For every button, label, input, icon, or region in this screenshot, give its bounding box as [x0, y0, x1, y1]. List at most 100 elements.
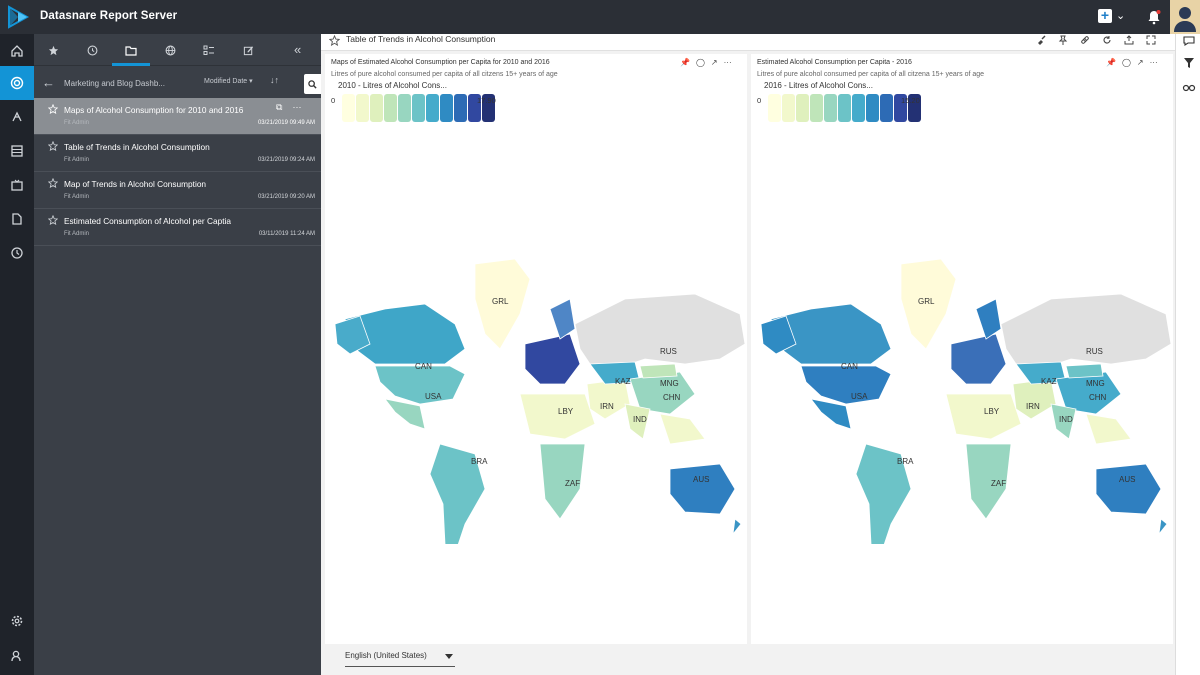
- item-date: 03/11/2019 11:24 AM: [258, 231, 315, 237]
- legend-title: 2016 - Litres of Alcohol Cons...: [764, 81, 873, 90]
- sort-dropdown[interactable]: Modified Date ▾: [204, 77, 253, 85]
- region-australia[interactable]: [669, 463, 736, 515]
- comment-icon[interactable]: ◯: [1122, 58, 1131, 67]
- item-title: Map of Trends in Alcohol Consumption: [64, 179, 207, 189]
- list-item[interactable]: Maps of Alcohol Consumption for 2010 and…: [34, 98, 321, 135]
- search-button[interactable]: [304, 74, 321, 94]
- link-icon[interactable]: [1080, 35, 1090, 45]
- legend-swatch: [782, 94, 795, 122]
- choropleth-map-2016[interactable]: GRL RUS CAN USA KAZ MNG CHN LBY IRN IND BRA ZAF AUS: [751, 254, 1173, 544]
- country-label-rus: RUS: [1086, 347, 1103, 356]
- favorite-star-icon[interactable]: [48, 178, 58, 188]
- region-europe[interactable]: [950, 333, 1007, 385]
- profile-icon[interactable]: [0, 639, 34, 673]
- widget-title: Maps of Estimated Alcohol Consumption pe…: [331, 59, 550, 66]
- country-label-mng: MNG: [1086, 379, 1105, 388]
- back-arrow-icon[interactable]: ←: [42, 75, 55, 90]
- tab-drafts[interactable]: [229, 34, 267, 66]
- reports-icon[interactable]: [0, 66, 34, 100]
- files-icon[interactable]: [0, 202, 34, 236]
- more-options-icon[interactable]: ···: [292, 102, 301, 112]
- open-new-tab-icon[interactable]: ⧉: [276, 102, 282, 112]
- expand-icon[interactable]: ↗: [711, 58, 718, 67]
- legend-swatch: [370, 94, 383, 122]
- widget-actions: 📌 ◯ ↗ ···: [680, 58, 732, 67]
- right-tool-rail: [1175, 34, 1200, 675]
- list-item[interactable]: Estimated Consumption of Alcohol per Cap…: [34, 209, 321, 246]
- more-options-icon[interactable]: ···: [724, 58, 732, 67]
- sort-order-icon[interactable]: ↓↑: [270, 75, 279, 85]
- region-n-africa[interactable]: [945, 393, 1022, 440]
- country-label-ind: IND: [633, 415, 647, 424]
- user-avatar[interactable]: [1170, 0, 1200, 34]
- item-date: 03/21/2019 09:24 AM: [257, 157, 315, 163]
- legend-swatch: [866, 94, 879, 122]
- app-logo-icon[interactable]: [6, 5, 30, 29]
- region-mongolia[interactable]: [1065, 363, 1104, 379]
- region-mongolia[interactable]: [639, 363, 678, 379]
- tab-folders[interactable]: [112, 34, 150, 66]
- language-select[interactable]: English (United States): [345, 651, 455, 667]
- region-usa[interactable]: [374, 365, 466, 405]
- comment-icon[interactable]: [1182, 34, 1196, 48]
- favorite-star-icon[interactable]: [329, 35, 340, 46]
- favorite-star-icon[interactable]: [48, 215, 58, 225]
- brush-icon[interactable]: [1036, 35, 1046, 45]
- settings-icon[interactable]: [0, 604, 34, 638]
- view-icon[interactable]: [1182, 80, 1196, 94]
- region-se-asia[interactable]: [1085, 413, 1132, 445]
- comment-icon[interactable]: ◯: [696, 58, 705, 67]
- country-label-mng: MNG: [660, 379, 679, 388]
- region-russia[interactable]: [574, 293, 746, 370]
- list-item[interactable]: Map of Trends in Alcohol Consumption Fit…: [34, 172, 321, 209]
- region-australia[interactable]: [1095, 463, 1162, 515]
- refresh-icon[interactable]: [1102, 35, 1112, 45]
- widgets-icon[interactable]: [0, 100, 34, 134]
- favorite-star-icon[interactable]: [48, 104, 58, 114]
- history-icon[interactable]: [0, 236, 34, 270]
- add-new-icon[interactable]: +: [1098, 8, 1112, 23]
- region-europe[interactable]: [524, 333, 581, 385]
- pin-icon[interactable]: 📌: [1106, 58, 1116, 67]
- legend-title: 2010 - Litres of Alcohol Cons...: [338, 81, 447, 90]
- bell-icon[interactable]: [1146, 9, 1162, 25]
- schedules-icon[interactable]: [0, 168, 34, 202]
- country-label-aus: AUS: [693, 475, 709, 484]
- favorite-star-icon[interactable]: [48, 141, 58, 151]
- country-label-usa: USA: [851, 392, 868, 401]
- item-actions: ⧉ ···: [276, 102, 301, 113]
- tab-favorites[interactable]: [34, 34, 72, 66]
- region-scandinavia[interactable]: [549, 298, 576, 340]
- region-nz[interactable]: [1158, 518, 1168, 536]
- tab-public[interactable]: [151, 34, 189, 66]
- list-item[interactable]: Table of Trends in Alcohol Consumption F…: [34, 135, 321, 172]
- collapse-panel-icon[interactable]: «: [294, 42, 301, 57]
- region-russia[interactable]: [1000, 293, 1172, 370]
- region-nz[interactable]: [732, 518, 742, 536]
- filter-icon[interactable]: [1182, 56, 1196, 70]
- region-usa[interactable]: [800, 365, 892, 405]
- panel-tabs: «: [34, 34, 321, 66]
- export-icon[interactable]: [1124, 35, 1134, 45]
- pin-icon[interactable]: 📌: [680, 58, 690, 67]
- fullscreen-icon[interactable]: [1146, 35, 1156, 45]
- tab-recent[interactable]: [73, 34, 111, 66]
- region-scandinavia[interactable]: [975, 298, 1002, 340]
- country-label-lby: LBY: [558, 407, 574, 416]
- more-options-icon[interactable]: ···: [1150, 58, 1158, 67]
- region-n-africa[interactable]: [519, 393, 596, 440]
- expand-icon[interactable]: ↗: [1137, 58, 1144, 67]
- item-owner: Fit Admin: [64, 157, 90, 163]
- pin-icon[interactable]: [1058, 35, 1068, 45]
- datasources-icon[interactable]: [0, 134, 34, 168]
- chevron-down-icon[interactable]: ⌄: [1116, 9, 1125, 22]
- tab-all[interactable]: [190, 34, 228, 66]
- region-se-asia[interactable]: [659, 413, 706, 445]
- home-icon[interactable]: [0, 34, 34, 68]
- item-title: Estimated Consumption of Alcohol per Cap…: [64, 216, 231, 226]
- country-label-can: CAN: [415, 362, 432, 371]
- country-label-ind: IND: [1059, 415, 1073, 424]
- dropdown-caret-icon: [445, 654, 453, 659]
- choropleth-map-2010[interactable]: GRL RUS CAN USA KAZ MNG CHN LBY IRN IND BRA ZAF AUS: [325, 254, 747, 544]
- app-title: Datasnare Report Server: [40, 10, 178, 22]
